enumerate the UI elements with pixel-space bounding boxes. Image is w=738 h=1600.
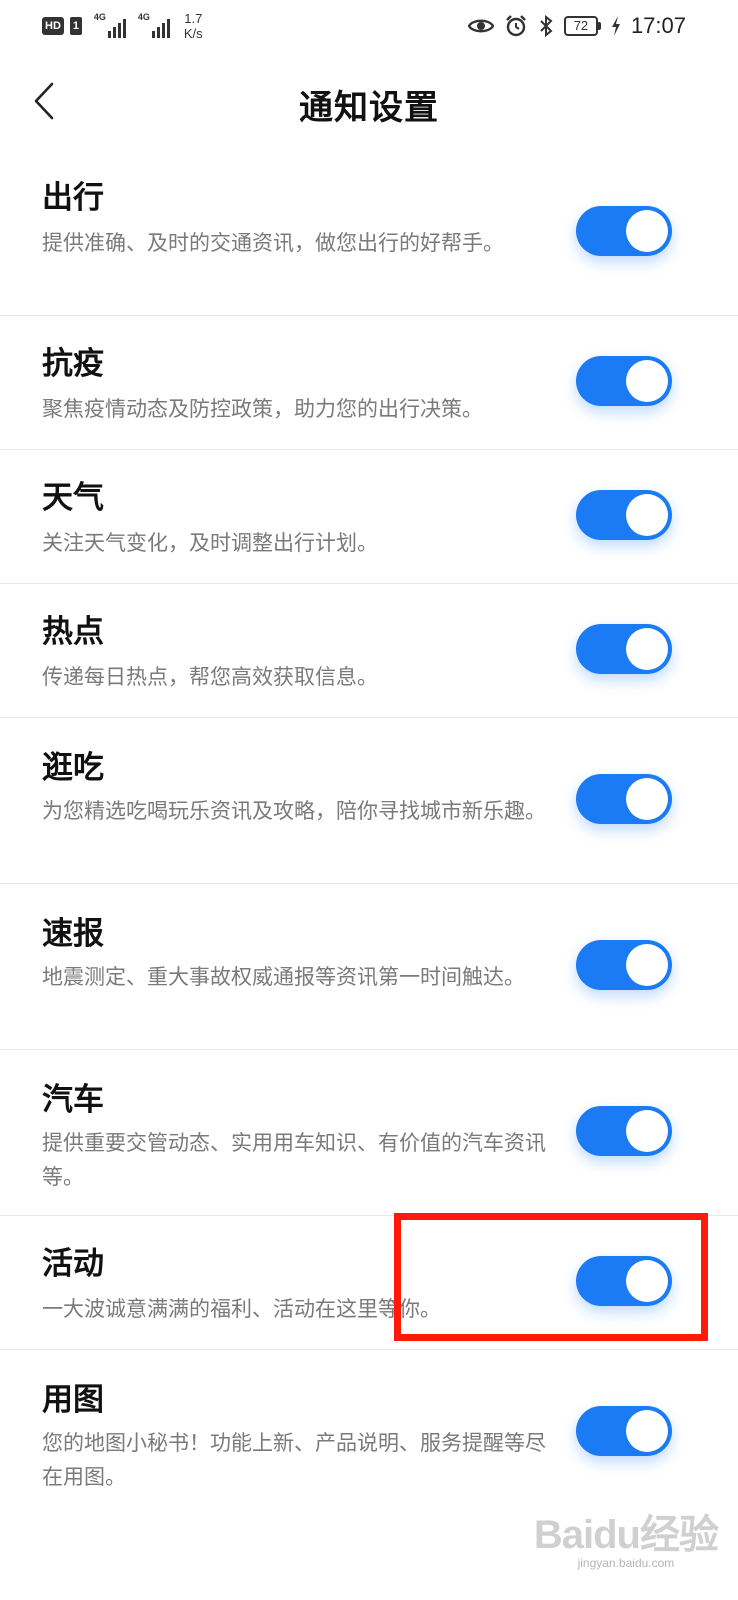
toggle-switch-hot[interactable]	[576, 624, 672, 674]
page-title: 通知设置	[299, 88, 439, 128]
setting-description: 一大波诚意满满的福利、活动在这里等你。	[42, 1297, 441, 1321]
signal-icon-1: 4G	[93, 12, 126, 38]
network-speed: 1.7 K/s	[184, 11, 203, 41]
toggle-switch-travel[interactable]	[576, 206, 672, 256]
setting-title: 逛吃	[42, 750, 104, 786]
setting-description: 传递每日热点，帮您高效获取信息。	[42, 665, 378, 689]
toggle-knob	[626, 360, 668, 402]
setting-description: 聚焦疫情动态及防控政策，助力您的出行决策。	[42, 397, 483, 421]
sim-number: 1	[69, 17, 82, 35]
signal-icon-2: 4G	[137, 12, 170, 38]
toggle-knob	[626, 1410, 668, 1452]
setting-description: 您的地图小秘书！功能上新、产品说明、服务提醒等尽在用图。	[42, 1431, 546, 1489]
title-bar: 通知设置	[0, 60, 738, 146]
setting-row-hot: 热点 传递每日热点，帮您高效获取信息。	[0, 584, 738, 718]
bluetooth-icon	[538, 14, 554, 38]
setting-description: 关注天气变化，及时调整出行计划。	[42, 531, 378, 555]
toggle-knob	[626, 210, 668, 252]
toggle-switch-weather[interactable]	[576, 490, 672, 540]
toggle-knob	[626, 628, 668, 670]
setting-title: 活动	[42, 1246, 104, 1282]
setting-description: 为您精选吃喝玩乐资讯及攻略，陪你寻找城市新乐趣。	[42, 799, 546, 823]
hd-badge: HD	[42, 17, 64, 35]
setting-description: 提供重要交管动态、实用用车知识、有价值的汽车资讯等。	[42, 1131, 546, 1189]
setting-description: 提供准确、及时的交通资讯，做您出行的好帮手。	[42, 231, 504, 255]
setting-row-food: 逛吃 为您精选吃喝玩乐资讯及攻略，陪你寻找城市新乐趣。	[0, 718, 738, 884]
toggle-switch-food[interactable]	[576, 774, 672, 824]
toggle-knob	[626, 1110, 668, 1152]
toggle-knob	[626, 494, 668, 536]
setting-row-weather: 天气 关注天气变化，及时调整出行计划。	[0, 450, 738, 584]
setting-row-alert: 速报 地震测定、重大事故权威通报等资讯第一时间触达。	[0, 884, 738, 1050]
setting-title: 用图	[42, 1382, 104, 1418]
toggle-switch-maptips[interactable]	[576, 1406, 672, 1456]
status-right: 72 17:07	[467, 8, 686, 44]
battery-icon: 72	[563, 16, 601, 36]
setting-row-travel: 出行 提供准确、及时的交通资讯，做您出行的好帮手。	[0, 148, 738, 316]
toggle-switch-alert[interactable]	[576, 940, 672, 990]
settings-list: 出行 提供准确、及时的交通资讯，做您出行的好帮手。 抗疫 聚焦疫情动态及防控政策…	[0, 148, 738, 1516]
toggle-knob	[626, 1260, 668, 1302]
toggle-knob	[626, 778, 668, 820]
setting-row-maptips: 用图 您的地图小秘书！功能上新、产品说明、服务提醒等尽在用图。	[0, 1350, 738, 1516]
toggle-knob	[626, 944, 668, 986]
speed-value: 1.7	[184, 11, 203, 26]
signal-2-label: 4G	[137, 12, 150, 22]
speed-unit: K/s	[183, 26, 203, 41]
setting-title: 汽车	[42, 1082, 104, 1118]
alarm-icon	[504, 14, 528, 38]
setting-title: 出行	[42, 180, 104, 216]
eye-icon	[467, 17, 494, 35]
setting-title: 抗疫	[42, 346, 104, 382]
toggle-switch-car[interactable]	[576, 1106, 672, 1156]
toggle-switch-activity[interactable]	[576, 1256, 672, 1306]
lightning-icon	[611, 16, 621, 36]
setting-row-epidemic: 抗疫 聚焦疫情动态及防控政策，助力您的出行决策。	[0, 316, 738, 450]
setting-row-activity: 活动 一大波诚意满满的福利、活动在这里等你。	[0, 1216, 738, 1350]
setting-title: 热点	[42, 614, 104, 650]
battery-level: 72	[563, 16, 598, 36]
setting-row-car: 汽车 提供重要交管动态、实用用车知识、有价值的汽车资讯等。	[0, 1050, 738, 1216]
signal-1-label: 4G	[93, 12, 106, 22]
toggle-switch-epidemic[interactable]	[576, 356, 672, 406]
setting-title: 天气	[42, 480, 104, 516]
watermark-sub: jingyan.baidu.com	[577, 1556, 675, 1570]
setting-description: 地震测定、重大事故权威通报等资讯第一时间触达。	[42, 965, 525, 989]
setting-title: 速报	[42, 916, 104, 952]
status-time: 17:07	[630, 13, 686, 38]
status-bar: HD 1 4G 4G 1.7 K/s 72 17:07	[0, 0, 738, 52]
status-left: HD 1 4G 4G 1.7 K/s	[42, 8, 203, 44]
